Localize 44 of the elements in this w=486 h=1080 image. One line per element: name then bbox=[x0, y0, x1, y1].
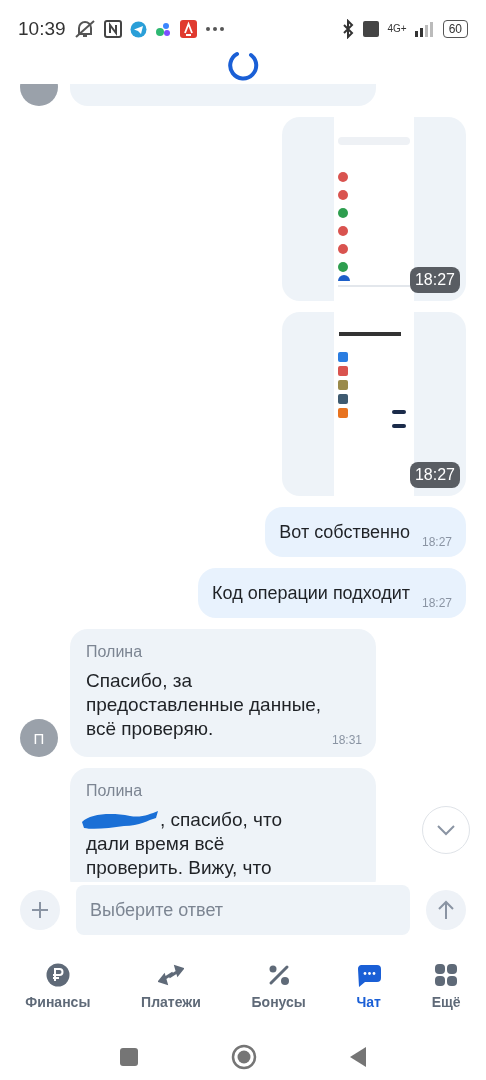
message-text: , спасибо, что bbox=[160, 808, 282, 832]
paper-plane-icon bbox=[129, 20, 147, 38]
chat-bubble-icon bbox=[356, 963, 381, 987]
send-button[interactable] bbox=[426, 890, 466, 930]
message-text: дали время всё проверить. Вижу, что bbox=[86, 832, 273, 880]
home-icon[interactable] bbox=[231, 1044, 257, 1070]
sender-name: Полина bbox=[86, 782, 144, 800]
message-text: Спасибо, за предоставленные данные, всё проверяю. bbox=[86, 669, 323, 741]
arrow-up-icon bbox=[437, 900, 455, 920]
message-text: Вот собственно bbox=[279, 521, 410, 543]
timestamp: 18:27 bbox=[409, 462, 460, 488]
loading-spinner-icon bbox=[227, 49, 259, 81]
signal-icon bbox=[414, 21, 435, 37]
bluetooth-icon bbox=[341, 19, 356, 39]
timestamp: 18:27 bbox=[421, 535, 452, 549]
percent-icon bbox=[267, 964, 290, 986]
sender-name: Полина bbox=[86, 643, 144, 661]
clock: 10:39 bbox=[18, 18, 66, 40]
battery-level: 60 bbox=[442, 20, 468, 38]
timestamp: 18:27 bbox=[421, 596, 452, 610]
more-icon bbox=[204, 26, 225, 32]
back-icon[interactable] bbox=[349, 1046, 367, 1068]
grid-icon bbox=[435, 964, 458, 986]
timestamp: 18:31 bbox=[331, 733, 362, 747]
muted-bell-icon bbox=[73, 19, 96, 39]
swap-arrows-icon bbox=[157, 964, 184, 986]
dots-cluster-icon bbox=[154, 20, 172, 38]
nfc-icon bbox=[103, 20, 122, 38]
recents-icon[interactable] bbox=[119, 1047, 139, 1067]
timestamp: 18:27 bbox=[409, 267, 460, 293]
nav-tab[interactable]: Ещё bbox=[429, 958, 463, 1020]
app-icon bbox=[179, 20, 197, 38]
attach-button[interactable] bbox=[20, 890, 60, 930]
nav-tab[interactable]: Чат bbox=[354, 958, 383, 1020]
network-type: 4G+ bbox=[387, 24, 407, 34]
avatar: П bbox=[20, 719, 58, 757]
nav-tab[interactable]: Финансы bbox=[23, 958, 93, 1020]
nav-tab[interactable]: Бонусы bbox=[249, 958, 308, 1020]
reply-field[interactable]: Выберите ответ bbox=[76, 885, 410, 935]
message-text: Код операции подходит bbox=[212, 582, 410, 604]
nav-tab[interactable]: Платежи bbox=[139, 958, 203, 1020]
ruble-coin-icon bbox=[45, 963, 70, 987]
chevron-down-icon bbox=[436, 824, 456, 836]
plus-icon bbox=[31, 901, 49, 919]
